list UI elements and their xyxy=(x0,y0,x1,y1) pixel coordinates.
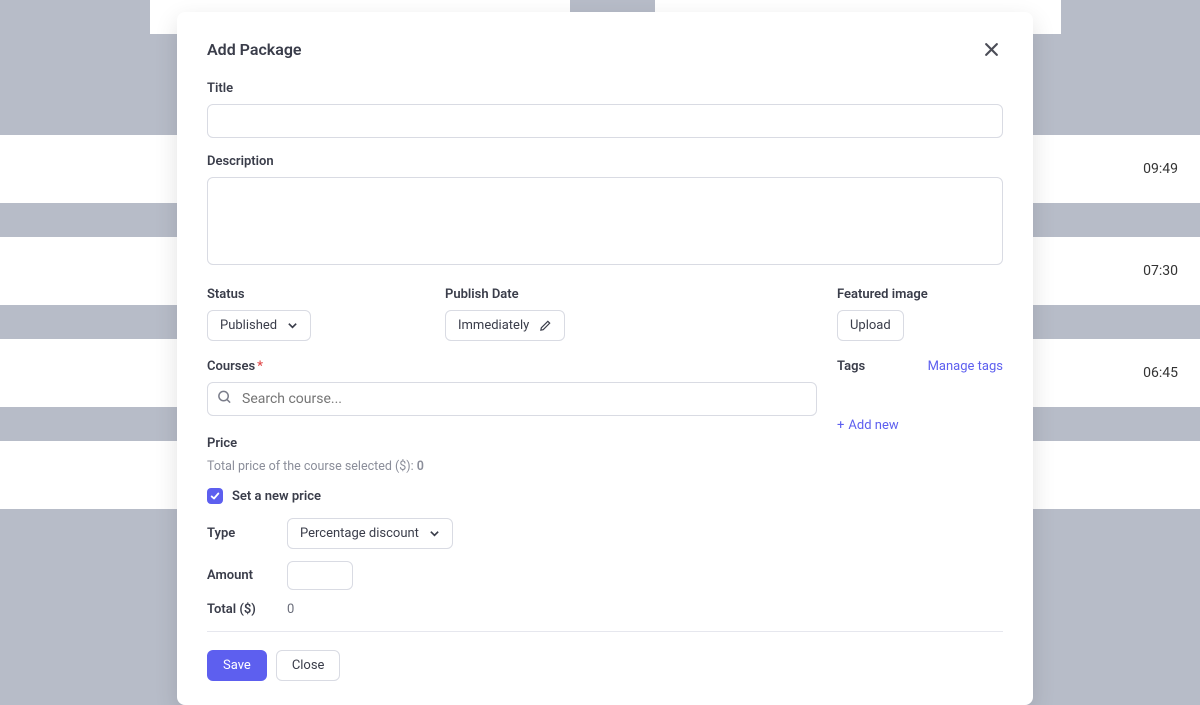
featured-image-label: Featured image xyxy=(837,287,1003,302)
close-icon xyxy=(984,42,999,57)
close-button-footer[interactable]: Close xyxy=(276,650,341,681)
courses-tags-row: Courses* Price Total price of the course… xyxy=(207,359,1003,617)
add-new-tag[interactable]: + Add new xyxy=(837,418,899,433)
price-section: Price Total price of the course selected… xyxy=(207,436,837,617)
courses-column: Courses* Price Total price of the course… xyxy=(207,359,837,617)
search-icon xyxy=(217,390,232,409)
upload-button[interactable]: Upload xyxy=(837,310,904,341)
check-icon xyxy=(210,491,220,501)
total-label: Total ($) xyxy=(207,602,287,617)
chevron-down-icon xyxy=(287,320,298,331)
status-publish-featured-row: Status Published Publish Date Immediatel… xyxy=(207,287,1003,341)
add-package-modal: Add Package Title Description Status Pub… xyxy=(177,12,1033,705)
status-column: Status Published xyxy=(207,287,445,341)
modal-header: Add Package xyxy=(207,38,1003,61)
manage-tags-link[interactable]: Manage tags xyxy=(928,359,1003,374)
divider xyxy=(207,631,1003,632)
tags-column: Tags Manage tags + Add new xyxy=(837,359,1003,617)
chevron-down-icon xyxy=(429,528,440,539)
type-row: Type Percentage discount xyxy=(207,518,837,549)
total-row: Total ($) 0 xyxy=(207,602,837,617)
price-label: Price xyxy=(207,436,837,451)
description-field-group: Description xyxy=(207,154,1003,269)
courses-search-input[interactable] xyxy=(207,382,817,416)
modal-footer: Save Close xyxy=(207,650,1003,681)
courses-label: Courses* xyxy=(207,359,837,374)
set-new-price-label[interactable]: Set a new price xyxy=(232,489,321,504)
courses-search-wrap xyxy=(207,382,817,416)
type-value: Percentage discount xyxy=(300,526,419,541)
total-value: 0 xyxy=(287,602,294,617)
amount-row: Amount xyxy=(207,561,837,590)
type-label: Type xyxy=(207,526,287,541)
status-select[interactable]: Published xyxy=(207,310,311,341)
title-input[interactable] xyxy=(207,104,1003,138)
price-subtext: Total price of the course selected ($): … xyxy=(207,459,837,474)
publish-date-value: Immediately xyxy=(458,318,529,333)
set-new-price-row: Set a new price xyxy=(207,488,837,504)
time-text: 07:30 xyxy=(1143,263,1178,279)
status-value: Published xyxy=(220,318,277,333)
upload-label: Upload xyxy=(850,318,891,333)
tags-label: Tags xyxy=(837,359,865,374)
modal-title: Add Package xyxy=(207,40,302,59)
description-label: Description xyxy=(207,154,1003,169)
publish-date-label: Publish Date xyxy=(445,287,837,302)
featured-image-column: Featured image Upload xyxy=(837,287,1003,341)
time-text: 09:49 xyxy=(1143,161,1178,177)
close-button[interactable] xyxy=(980,38,1003,61)
type-select[interactable]: Percentage discount xyxy=(287,518,453,549)
publish-date-button[interactable]: Immediately xyxy=(445,310,565,341)
required-indicator: * xyxy=(257,359,263,374)
amount-input[interactable] xyxy=(287,561,353,590)
title-field-group: Title xyxy=(207,81,1003,138)
tags-header: Tags Manage tags xyxy=(837,359,1003,374)
status-label: Status xyxy=(207,287,445,302)
pencil-icon xyxy=(539,319,552,332)
amount-label: Amount xyxy=(207,568,287,583)
save-button[interactable]: Save xyxy=(207,650,267,681)
title-label: Title xyxy=(207,81,1003,96)
set-new-price-checkbox[interactable] xyxy=(207,488,223,504)
description-input[interactable] xyxy=(207,177,1003,265)
add-new-label: Add new xyxy=(848,418,898,433)
time-text: 06:45 xyxy=(1143,365,1178,381)
plus-icon: + xyxy=(837,418,844,433)
publish-column: Publish Date Immediately xyxy=(445,287,837,341)
